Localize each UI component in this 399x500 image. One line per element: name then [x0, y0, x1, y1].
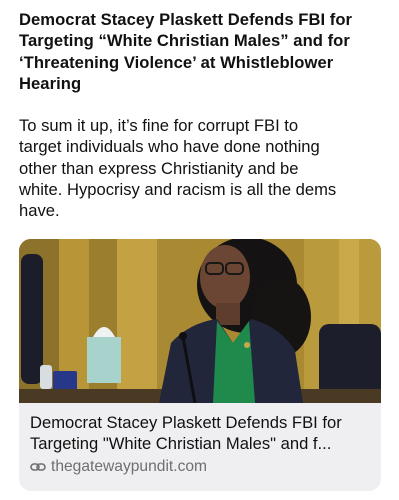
- link-domain-text: thegatewaypundit.com: [51, 458, 208, 475]
- body-line: target individuals who have done nothing: [19, 137, 320, 157]
- link-preview-domain: thegatewaypundit.com: [30, 457, 375, 477]
- headline-line: ‘Threatening Violence’ at Whistleblower: [19, 52, 334, 72]
- headline-line: Hearing: [19, 73, 82, 93]
- post-headline: Democrat Stacey Plaskett Defends FBI for…: [19, 0, 381, 94]
- link-title-line: Targeting "White Christian Males" and f.…: [30, 434, 332, 453]
- link-title-line: Democrat Stacey Plaskett Defends FBI for: [30, 413, 342, 432]
- headline-line: Targeting “White Christian Males” and fo…: [19, 31, 350, 51]
- link-preview-image[interactable]: [19, 239, 381, 403]
- body-line: have.: [19, 201, 60, 221]
- post-body: To sum it up, it’s fine for corrupt FBI …: [19, 94, 381, 221]
- link-preview-text[interactable]: Democrat Stacey Plaskett Defends FBI for…: [30, 412, 375, 477]
- link-preview-title[interactable]: Democrat Stacey Plaskett Defends FBI for…: [30, 412, 375, 454]
- post: Democrat Stacey Plaskett Defends FBI for…: [19, 0, 381, 222]
- headline-line: Democrat Stacey Plaskett Defends FBI for: [19, 10, 353, 29]
- body-line: white. Hypocrisy and racism is all the d…: [19, 180, 337, 200]
- link-icon: [30, 463, 46, 471]
- link-preview-card[interactable]: Democrat Stacey Plaskett Defends FBI for…: [19, 239, 381, 491]
- body-line: other than express Christianity and be: [19, 158, 299, 178]
- body-line: To sum it up, it’s fine for corrupt FBI …: [19, 116, 299, 136]
